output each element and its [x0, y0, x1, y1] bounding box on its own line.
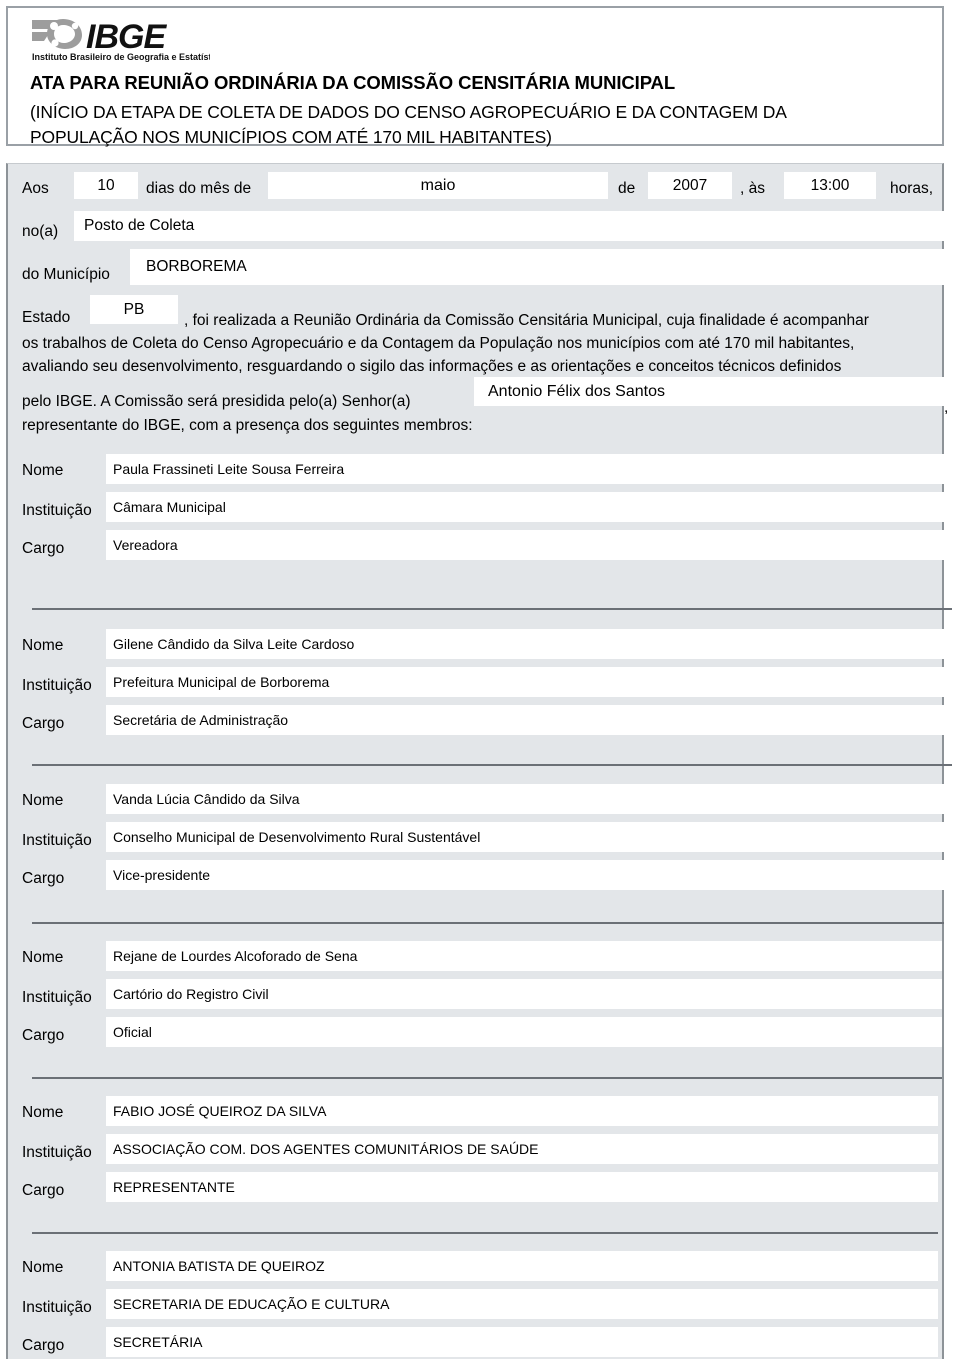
label-instituicao: Instituição	[22, 502, 92, 519]
municipio-field[interactable]: BORBOREMA	[130, 249, 950, 285]
svg-text:IBGE: IBGE	[86, 18, 167, 56]
year-field[interactable]: 2007	[648, 172, 732, 199]
member-instituicao-field[interactable]: SECRETARIA DE EDUCAÇÃO E CULTURA	[106, 1289, 938, 1319]
label-estado: Estado	[22, 309, 71, 326]
label-nome: Nome	[22, 462, 64, 479]
label-cargo: Cargo	[22, 870, 65, 887]
paragraph-line-2: os trabalhos de Coleta do Censo Agropecu…	[22, 335, 855, 352]
label-de: de	[618, 180, 636, 197]
page-subtitle-line2: POPULAÇÃO NOS MUNICÍPIOS COM ATÉ 170 MIL…	[30, 127, 552, 147]
member-cargo-field[interactable]: Secretária de Administração	[106, 705, 952, 735]
label-instituicao: Instituição	[22, 832, 92, 849]
page-subtitle-line1: (INÍCIO DA ETAPA DE COLETA DE DADOS DO C…	[30, 102, 787, 122]
label-cargo: Cargo	[22, 1337, 65, 1354]
document-header: IBGE Instituto Brasileiro de Geografia e…	[6, 6, 944, 147]
document-page: IBGE Instituto Brasileiro de Geografia e…	[0, 0, 960, 1362]
member-cargo-field[interactable]: Oficial	[106, 1017, 942, 1047]
paragraph-line-1: , foi realizada a Reunião Ordinária da C…	[184, 312, 869, 329]
day-field[interactable]: 10	[74, 172, 138, 199]
label-cargo: Cargo	[22, 1182, 65, 1199]
member-cargo-field[interactable]: SECRETÁRIA	[106, 1327, 938, 1357]
label-noa: no(a)	[22, 223, 59, 240]
page-subtitle: (INÍCIO DA ETAPA DE COLETA DE DADOS DO C…	[30, 100, 930, 150]
member-separator	[32, 1232, 938, 1234]
time-field[interactable]: 13:00	[784, 172, 876, 199]
month-field[interactable]: maio	[268, 172, 608, 199]
member-separator	[32, 764, 952, 766]
label-instituicao: Instituição	[22, 989, 92, 1006]
label-nome: Nome	[22, 792, 64, 809]
member-nome-field[interactable]: FABIO JOSÉ QUEIROZ DA SILVA	[106, 1096, 938, 1126]
paragraph-line-5: representante do IBGE, com a presença do…	[22, 417, 473, 434]
member-separator	[32, 1077, 942, 1079]
label-nome: Nome	[22, 949, 64, 966]
label-municipio: do Município	[22, 266, 110, 283]
member-nome-field[interactable]: Rejane de Lourdes Alcoforado de Sena	[106, 941, 942, 971]
member-nome-field[interactable]: Vanda Lúcia Cândido da Silva	[106, 784, 944, 814]
estado-field[interactable]: PB	[90, 295, 178, 324]
label-cargo: Cargo	[22, 1027, 65, 1044]
label-nome: Nome	[22, 1259, 64, 1276]
member-nome-field[interactable]: Gilene Cândido da Silva Leite Cardoso	[106, 629, 952, 659]
label-nome: Nome	[22, 1104, 64, 1121]
label-aos: Aos	[22, 180, 49, 197]
member-nome-field[interactable]: Paula Frassineti Leite Sousa Ferreira	[106, 454, 952, 484]
presidente-field[interactable]: Antonio Félix dos Santos	[474, 377, 944, 406]
label-cargo: Cargo	[22, 540, 65, 557]
label-instituicao: Instituição	[22, 677, 92, 694]
label-as: , às	[740, 180, 765, 197]
label-horas: horas,	[890, 180, 934, 197]
ibge-logo: IBGE Instituto Brasileiro de Geografia e…	[30, 16, 210, 64]
form-body: Aos 10 dias do mês de maio de 2007 , às …	[6, 163, 952, 1359]
label-instituicao: Instituição	[22, 1144, 92, 1161]
member-separator	[32, 608, 952, 610]
member-instituicao-field[interactable]: ASSOCIAÇÃO COM. DOS AGENTES COMUNITÁRIOS…	[106, 1134, 938, 1164]
label-dias-mes: dias do mês de	[146, 180, 252, 197]
paragraph-line-3: avaliando seu desenvolvimento, resguarda…	[22, 358, 842, 375]
member-instituicao-field[interactable]: Prefeitura Municipal de Borborema	[106, 667, 952, 697]
member-instituicao-field[interactable]: Câmara Municipal	[106, 492, 952, 522]
svg-text:Instituto Brasileiro de Geogra: Instituto Brasileiro de Geografia e Esta…	[32, 52, 210, 62]
member-instituicao-field[interactable]: Conselho Municipal de Desenvolvimento Ru…	[106, 822, 944, 852]
paragraph-line-4: pelo IBGE. A Comissão será presidida pel…	[22, 393, 411, 410]
label-cargo: Cargo	[22, 715, 65, 732]
member-nome-field[interactable]: ANTONIA BATISTA DE QUEIROZ	[106, 1251, 938, 1281]
page-title: ATA PARA REUNIÃO ORDINÁRIA DA COMISSÃO C…	[30, 72, 676, 93]
paragraph-trailing-comma: ,	[944, 399, 949, 416]
member-instituicao-field[interactable]: Cartório do Registro Civil	[106, 979, 942, 1009]
label-instituicao: Instituição	[22, 1299, 92, 1316]
label-nome: Nome	[22, 637, 64, 654]
member-cargo-field[interactable]: Vereadora	[106, 530, 952, 560]
member-cargo-field[interactable]: Vice-presidente	[106, 860, 944, 890]
member-cargo-field[interactable]: REPRESENTANTE	[106, 1172, 938, 1202]
local-field[interactable]: Posto de Coleta	[74, 211, 950, 241]
member-separator	[32, 922, 944, 924]
